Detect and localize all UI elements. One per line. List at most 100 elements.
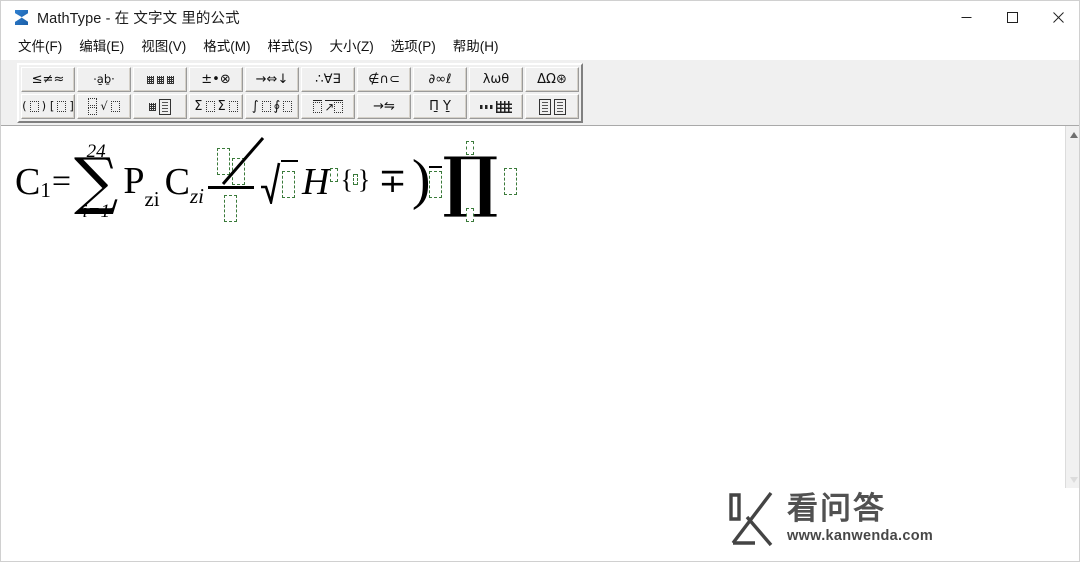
brace-open: { — [340, 164, 353, 194]
equation-content[interactable]: C1 = 24 ∑ i=1 Pzi Czi H {} ∓) ∏ — [15, 137, 518, 225]
subscript-superscript-palette[interactable] — [133, 94, 187, 119]
empty-slot[interactable] — [466, 208, 475, 223]
watermark-brand: 看问答 — [787, 491, 886, 527]
menu-bar: 文件(F) 编辑(E) 视图(V) 格式(M) 样式(S) 大小(Z) 选项(P… — [1, 34, 1079, 60]
minimize-button[interactable] — [943, 1, 989, 34]
window-title: MathType - 在 文字文 里的公式 — [37, 11, 240, 27]
matrix-template-icon — [480, 100, 512, 113]
empty-slot[interactable] — [281, 171, 295, 198]
greek-upper-palette[interactable]: ΔΩ⊛ — [525, 67, 579, 92]
window-controls — [943, 1, 1079, 34]
labeled-arrow-icon: →⇋ — [373, 99, 395, 114]
matrix-template-palette[interactable] — [469, 94, 523, 119]
menu-size[interactable]: 大小(Z) — [322, 37, 383, 57]
summation-palette[interactable]: ΣΣ — [189, 94, 243, 119]
misc-symbols-palette[interactable]: ∂∞ℓ — [413, 67, 467, 92]
menu-edit[interactable]: 编辑(E) — [71, 37, 133, 57]
arrows-icon: →⇔↓ — [255, 72, 289, 87]
term2-subscript: zi — [189, 183, 204, 208]
greek-lower-palette[interactable]: λωθ — [469, 67, 523, 92]
summation-icon: ΣΣ — [194, 100, 238, 113]
underbar-overbar-icon: ↗ — [312, 99, 344, 114]
h-variable: H — [301, 160, 330, 203]
toolbar-area: ≤≠≈ ⋅a̱ḇ‧ ±•⊗ →⇔↓ ∴∀∃ ∉∩⊂ ∂∞ℓ λωθ ΔΩ⊛ (… — [1, 60, 1079, 125]
fences-palette[interactable]: () [] — [21, 94, 75, 119]
underbar-overbar-palette[interactable]: ↗ — [301, 94, 355, 119]
mathtype-window: MathType - 在 文字文 里的公式 文件(F) 编辑(E) 视图(V) … — [0, 0, 1080, 562]
watermark: 看问答 www.kanwenda.com — [719, 488, 959, 550]
scrollbar-thumb[interactable] — [1066, 143, 1079, 468]
close-icon — [1052, 12, 1064, 23]
fraction-template[interactable] — [207, 137, 265, 225]
empty-slot[interactable] — [330, 167, 339, 182]
fraction-numerator[interactable] — [216, 137, 265, 185]
title-bar: MathType - 在 文字文 里的公式 — [1, 1, 1079, 34]
chevron-down-icon — [1069, 476, 1078, 483]
integral-icon: ∫ ∮ — [252, 100, 293, 113]
scroll-down-button[interactable] — [1066, 471, 1079, 488]
labeled-arrow-palette[interactable]: →⇋ — [357, 94, 411, 119]
equation-lhs-subscript: 1 — [40, 178, 51, 202]
empty-slot[interactable] — [224, 194, 238, 222]
logic-palette[interactable]: ∴∀∃ — [301, 67, 355, 92]
brace-template[interactable]: { } — [340, 165, 370, 195]
product-set-palette[interactable]: Π̱ Υ̱ — [413, 94, 467, 119]
term2-variable: C — [164, 160, 190, 203]
relations-palette[interactable]: ≤≠≈ — [21, 67, 75, 92]
watermark-text-group: 看问答 www.kanwenda.com — [787, 491, 934, 545]
arrows-palette[interactable]: →⇔↓ — [245, 67, 299, 92]
greek-upper-icon: ΔΩ⊛ — [537, 72, 567, 87]
term1-variable: P — [123, 159, 145, 202]
embellishments-icon — [146, 75, 174, 84]
paren-template[interactable]: ) — [412, 152, 431, 208]
product-set-icon: Π̱ Υ̱ — [429, 99, 451, 114]
matrix-palette[interactable] — [525, 94, 579, 119]
summation-operator[interactable]: 24 ∑ i=1 — [74, 142, 118, 221]
brace-close: } — [357, 164, 371, 194]
product-operator[interactable]: ∏ — [442, 140, 499, 223]
equation-canvas[interactable]: C1 = 24 ∑ i=1 Pzi Czi H {} ∓) ∏ — [1, 126, 1065, 487]
misc-symbols-icon: ∂∞ℓ — [428, 72, 452, 87]
kanwenda-logo-icon — [729, 491, 773, 547]
integral-palette[interactable]: ∫ ∮ — [245, 94, 299, 119]
sum-lower-limit: i=1 — [82, 201, 110, 223]
fraction-denominator[interactable] — [224, 191, 238, 225]
minimize-icon — [961, 17, 971, 18]
pi-product-icon: ∏ — [442, 141, 499, 220]
operators-icon: ±•⊗ — [201, 72, 231, 87]
equation-lhs-variable: C — [15, 160, 41, 203]
menu-format[interactable]: 格式(M) — [195, 37, 259, 57]
maximize-icon — [1006, 12, 1018, 23]
operators-palette[interactable]: ±•⊗ — [189, 67, 243, 92]
radical-template[interactable] — [260, 159, 298, 204]
scroll-up-button[interactable] — [1066, 126, 1079, 143]
close-button[interactable] — [1035, 1, 1079, 34]
menu-view[interactable]: 视图(V) — [133, 37, 195, 57]
menu-style[interactable]: 样式(S) — [260, 37, 322, 57]
greek-lower-icon: λωθ — [482, 72, 510, 87]
spaces-dots-palette[interactable]: ⋅a̱ḇ‧ — [77, 67, 131, 92]
menu-file[interactable]: 文件(F) — [10, 37, 71, 57]
symbol-palette-toolbar: ≤≠≈ ⋅a̱ḇ‧ ±•⊗ →⇔↓ ∴∀∃ ∉∩⊂ ∂∞ℓ λωθ ΔΩ⊛ (… — [17, 63, 583, 123]
fraction-radical-icon: √ — [88, 98, 120, 115]
vertical-scrollbar[interactable] — [1065, 126, 1079, 488]
subscript-superscript-icon — [149, 98, 171, 115]
minus-plus-sign: ∓ — [378, 162, 407, 200]
maximize-button[interactable] — [989, 1, 1035, 34]
radicand[interactable] — [280, 159, 298, 204]
watermark-url: www.kanwenda.com — [787, 528, 934, 544]
equation-editor-area: C1 = 24 ∑ i=1 Pzi Czi H {} ∓) ∏ — [1, 125, 1079, 488]
chevron-up-icon — [1069, 131, 1078, 138]
empty-slot[interactable] — [504, 168, 518, 195]
fences-icon: () [] — [22, 98, 74, 113]
empty-slot[interactable] — [231, 157, 245, 185]
radical-icon — [260, 162, 281, 204]
embellishments-palette[interactable] — [133, 67, 187, 92]
menu-options[interactable]: 选项(P) — [383, 37, 445, 57]
relations-icon: ≤≠≈ — [31, 72, 65, 87]
matrix-icon — [538, 98, 566, 115]
empty-slot[interactable] — [216, 147, 230, 175]
menu-help[interactable]: 帮助(H) — [445, 37, 508, 57]
sets-palette[interactable]: ∉∩⊂ — [357, 67, 411, 92]
fraction-radical-palette[interactable]: √ — [77, 94, 131, 119]
